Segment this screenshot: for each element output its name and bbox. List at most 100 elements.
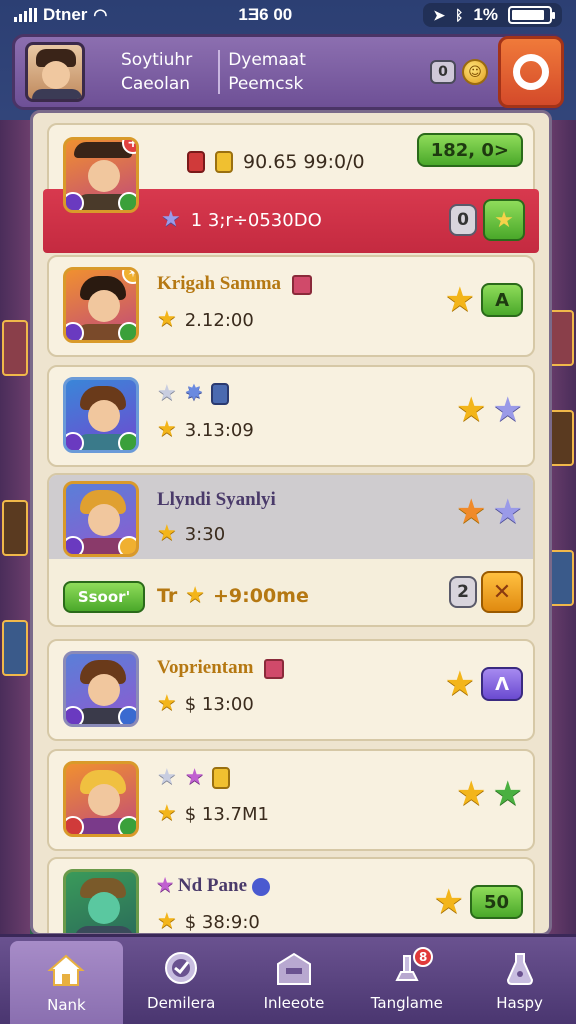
- leaf-icon: [118, 816, 136, 834]
- portrait[interactable]: +: [63, 137, 139, 213]
- burst-icon: ✸: [184, 381, 204, 406]
- card-icon: [215, 151, 233, 173]
- leaf-icon: [118, 432, 136, 450]
- currency-chip: 0: [430, 60, 456, 84]
- star-icon: ★: [492, 774, 523, 814]
- player-name: Nd Pane: [177, 875, 248, 896]
- gem-icon: [66, 432, 84, 450]
- star-icon: ★: [157, 765, 177, 790]
- wifi-icon: ◠: [93, 7, 108, 24]
- profile-header: Soytiuhr Caeolan Dyemaat Peemcsk 0 ☺: [12, 34, 564, 110]
- nav-label: Tanglame: [370, 993, 443, 1012]
- nav-dailies[interactable]: Demilera: [125, 937, 238, 1024]
- clock: 1Ǝ6 00: [238, 5, 293, 24]
- portrait[interactable]: ✶: [63, 267, 139, 343]
- rank-pill[interactable]: Λ: [481, 667, 523, 701]
- left-decoration: [0, 120, 30, 944]
- potion-icon: [500, 950, 540, 986]
- gem-icon: [66, 706, 84, 724]
- friends-list[interactable]: ★ 1 3;r÷0530DO 0 ★ + 90.65 99:0/0 182, 0…: [30, 110, 552, 936]
- notification-badge: 8: [413, 947, 434, 967]
- player-name: Voprientam: [157, 657, 254, 678]
- leaf-icon: [118, 192, 136, 210]
- sun-icon: ✶: [122, 270, 136, 284]
- swords-button[interactable]: ✕: [481, 571, 523, 613]
- action-button[interactable]: Ssoor': [63, 581, 145, 613]
- time-value: 3.13:09: [184, 419, 254, 441]
- gift-icon: [187, 151, 205, 173]
- nav-label: Nank: [47, 995, 86, 1014]
- nav-label: Demilera: [147, 993, 216, 1012]
- player-name: Krigah Samma: [157, 273, 282, 294]
- portrait[interactable]: [63, 377, 139, 453]
- portrait[interactable]: [63, 869, 139, 933]
- home-icon: [46, 952, 86, 988]
- star-icon: ★: [157, 521, 177, 546]
- player-subtitle: Caeolan: [121, 74, 191, 94]
- shield-icon: [118, 706, 136, 724]
- star-icon: ★: [492, 390, 523, 430]
- orb-icon: [251, 877, 270, 896]
- star-icon: ★: [157, 801, 177, 826]
- star-icon: ★: [157, 691, 177, 716]
- gem-icon: [66, 536, 84, 554]
- star-icon: ★: [161, 207, 181, 232]
- time-value: $ 13:00: [184, 693, 254, 715]
- left-banner: [2, 620, 28, 676]
- star-icon: ★: [157, 417, 177, 442]
- score-pill[interactable]: 182, 0>: [416, 133, 523, 167]
- bottom-nav: Nank Demilera Inleeote 8 Tanglame Haspy: [0, 934, 576, 1024]
- portrait[interactable]: [63, 761, 139, 837]
- settings-button[interactable]: [498, 36, 564, 108]
- spiral-icon: [118, 536, 136, 554]
- count-chip: 2: [449, 576, 477, 608]
- star-icon: ★: [184, 765, 205, 790]
- gem-icon: [66, 322, 84, 340]
- nav-tournaments[interactable]: 8 Tanglame: [350, 937, 463, 1024]
- star-icon: ★: [444, 280, 476, 320]
- portrait[interactable]: [63, 651, 139, 727]
- list-item[interactable]: Voprientam ★ $ 13:00 ★ Λ: [47, 639, 535, 741]
- clock-icon: [161, 950, 201, 986]
- gift-icon: [291, 274, 312, 295]
- time-value: 3:30: [184, 523, 226, 545]
- coin-icon: ☺: [462, 59, 488, 85]
- star-icon: ★: [157, 909, 177, 934]
- avatar[interactable]: [25, 42, 85, 102]
- battery-icon: [507, 6, 555, 24]
- list-item-selected[interactable]: Llyndi Syanlyi ★ 3:30 ★ ★ Ssoor' Tr ★ +9:…: [47, 473, 535, 627]
- nav-home[interactable]: Nank: [10, 941, 123, 1024]
- card-icon: [212, 767, 231, 789]
- time-value: $ 38:9:0: [184, 911, 260, 933]
- rank-pill[interactable]: A: [481, 283, 523, 317]
- count-chip: 0: [449, 204, 477, 236]
- score-value: 90.65 99:0/0: [243, 151, 365, 173]
- bar-value: 1 3;r÷0530DO: [190, 209, 322, 231]
- nav-guild[interactable]: Inleeote: [238, 937, 351, 1024]
- list-item[interactable]: ★ ★ ★ $ 13.7M1 ★ ★: [47, 749, 535, 851]
- location-icon: ➤: [433, 6, 445, 23]
- carrier-label: Dtner: [43, 5, 88, 24]
- star-icon: ★: [185, 583, 205, 608]
- list-item[interactable]: ★ ✸ ★ 3.13:09 ★ ★: [47, 365, 535, 467]
- rank-pill[interactable]: 50: [469, 885, 523, 919]
- header-title: Dyemaat: [228, 50, 306, 70]
- header-subtitle: Peemcsk: [228, 74, 304, 94]
- portrait[interactable]: [63, 481, 139, 557]
- reward-label: Tr: [157, 585, 178, 607]
- battery-percent: 1%: [473, 5, 498, 24]
- player-name: Soytiuhr: [121, 50, 193, 70]
- star-icon: ★: [492, 492, 523, 532]
- list-item[interactable]: ★ 1 3;r÷0530DO 0 ★ + 90.65 99:0/0 182, 0…: [43, 123, 539, 253]
- leaf-icon: [118, 322, 136, 340]
- favorite-button[interactable]: ★: [483, 199, 525, 241]
- star-icon: ★: [157, 875, 174, 895]
- signal-icon: [14, 8, 37, 22]
- list-item[interactable]: ✶ Krigah Samma ★ 2.12:00 ★ A: [47, 255, 535, 357]
- star-icon: ★: [456, 774, 487, 814]
- star-icon: ★: [157, 307, 177, 332]
- nav-shop[interactable]: Haspy: [463, 937, 576, 1024]
- star-icon: ★: [433, 882, 464, 922]
- list-item[interactable]: ★ Nd Pane ★ $ 38:9:0 ★ 50: [47, 857, 535, 934]
- left-banner: [2, 320, 28, 376]
